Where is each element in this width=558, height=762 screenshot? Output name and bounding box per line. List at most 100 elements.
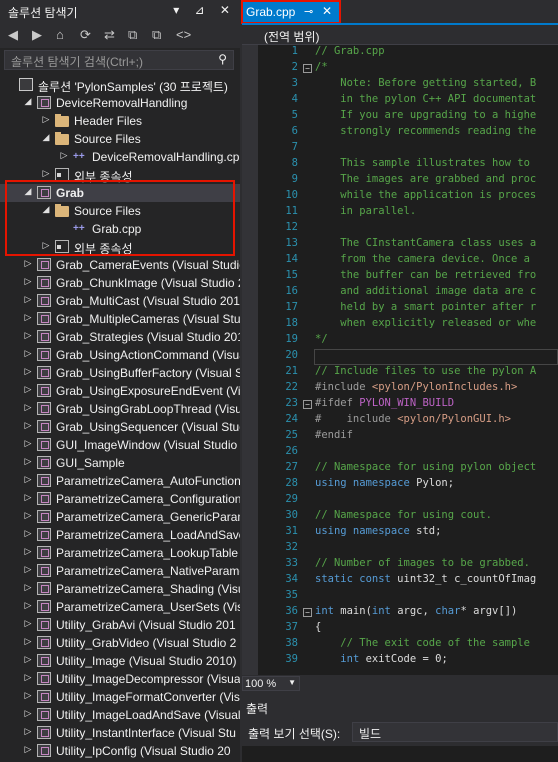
collapsed-arrow-icon[interactable]: ▷ <box>22 564 34 575</box>
code-line[interactable]: This sample illustrates how to <box>315 157 536 169</box>
code-editor[interactable]: 1// Grab.cpp 2−/* 3 Note: Before getting s… <box>242 45 558 675</box>
tree-item[interactable]: ▷ ParametrizeCamera_AutoFunction <box>0 472 240 490</box>
panel-window-buttons[interactable]: ▾ ⊿ ✕ <box>173 3 236 17</box>
collapsed-arrow-icon[interactable]: ▷ <box>22 258 34 269</box>
tree-item[interactable]: ▷ Grab_MultipleCameras (Visual Stud <box>0 310 240 328</box>
tree-item[interactable]: ▷ GUI_ImageWindow (Visual Studio 2 <box>0 436 240 454</box>
code-line[interactable]: # include <pylon/PylonGUI.h> <box>315 413 511 425</box>
home-icon[interactable]: ⌂ <box>56 27 64 42</box>
tree-item[interactable]: ▷ Grab_CameraEvents (Visual Studio <box>0 256 240 274</box>
code-line[interactable]: The CInstantCamera class uses a <box>315 237 536 249</box>
tree-item[interactable]: ▷ Utility_ImageDecompressor (Visua <box>0 670 240 688</box>
code-line[interactable]: using namespace std; <box>315 525 441 537</box>
copy-icon[interactable]: ⧉ <box>152 27 161 43</box>
code-line[interactable]: // Number of images to be grabbed. <box>315 557 530 569</box>
tree-item[interactable]: ▷ Grab_ChunkImage (Visual Studio 20 <box>0 274 240 292</box>
tree-item[interactable]: ▷ Utility_ImageLoadAndSave (Visual <box>0 706 240 724</box>
collapsed-arrow-icon[interactable]: ▷ <box>22 312 34 323</box>
tree-item[interactable]: ▷ ParametrizeCamera_GenericParam <box>0 508 240 526</box>
tree-item[interactable]: ▷ GUI_Sample <box>0 454 240 472</box>
code-line[interactable]: strongly recommends reading the <box>315 125 536 137</box>
expanded-arrow-icon[interactable]: ◢ <box>40 132 52 143</box>
collapsed-arrow-icon[interactable]: ▷ <box>40 114 52 125</box>
collapsed-arrow-icon[interactable]: ▷ <box>22 546 34 557</box>
code-line[interactable]: using namespace Pylon; <box>315 477 454 489</box>
tree-item[interactable]: ▷ Grab_UsingSequencer (Visual Stud <box>0 418 240 436</box>
collapsed-arrow-icon[interactable]: ▷ <box>22 726 34 737</box>
code-line[interactable]: The images are grabbed and proc <box>315 173 536 185</box>
tree-item[interactable]: ▷ ParametrizeCamera_Configuration <box>0 490 240 508</box>
collapsed-arrow-icon[interactable]: ▷ <box>22 708 34 719</box>
collapsed-arrow-icon[interactable]: ▷ <box>22 384 34 395</box>
code-line[interactable]: while the application is proces <box>315 189 536 201</box>
refresh-icon[interactable]: ⟳ <box>80 27 91 43</box>
collapsed-arrow-icon[interactable]: ▷ <box>22 276 34 287</box>
code-line[interactable]: static const uint32_t c_countOfImag <box>315 573 536 585</box>
scope-dropdown[interactable]: (전역 범위) <box>242 25 558 45</box>
code-line[interactable]: in parallel. <box>315 205 416 217</box>
tree-item[interactable]: ▷ Utility_GrabVideo (Visual Studio 2 <box>0 634 240 652</box>
tree-item[interactable]: ▷ Grab_Strategies (Visual Studio 201 <box>0 328 240 346</box>
code-line[interactable]: */ <box>315 333 328 345</box>
fold-toggle-icon[interactable]: − <box>303 400 312 409</box>
output-text-area[interactable] <box>242 746 558 762</box>
collapsed-arrow-icon[interactable]: ▷ <box>22 456 34 467</box>
code-line[interactable]: // Grab.cpp <box>315 45 385 57</box>
solution-explorer-search-input[interactable]: 솔루션 탐색기 검색(Ctrl+;) ⚲ <box>4 50 234 70</box>
collapsed-arrow-icon[interactable]: ▷ <box>40 168 52 179</box>
code-line[interactable]: // The exit code of the sample <box>315 637 530 649</box>
code-line[interactable]: /* <box>315 61 328 73</box>
fold-toggle-icon[interactable]: − <box>303 64 312 73</box>
code-line[interactable]: from the camera device. Once a <box>315 253 536 265</box>
code-line[interactable]: // Include files to use the pylon A <box>315 365 536 377</box>
collapsed-arrow-icon[interactable]: ▷ <box>22 294 34 305</box>
collapsed-arrow-icon[interactable]: ▷ <box>22 744 34 755</box>
tree-item[interactable]: ▷ Utility_ImageFormatConverter (Visu <box>0 688 240 706</box>
code-line[interactable]: int main(int argc, char* argv[]) <box>315 605 517 617</box>
tree-item[interactable]: ▷ Utility_IpConfig (Visual Studio 20 <box>0 742 240 760</box>
search-icon[interactable]: ⚲ <box>218 52 227 66</box>
tree-item[interactable]: ▷ ParametrizeCamera_LoadAndSave <box>0 526 240 544</box>
collapsed-arrow-icon[interactable]: ▷ <box>22 510 34 521</box>
code-line[interactable]: Note: Before getting started, B <box>315 77 536 89</box>
code-line[interactable]: If you are upgrading to a highe <box>315 109 536 121</box>
tree-item[interactable]: ▷ Utility_InstantInterface (Visual Stu <box>0 724 240 742</box>
tree-item[interactable]: ▷ Grab_UsingActionCommand (Visual <box>0 346 240 364</box>
tree-item[interactable]: ▷ Grab_MultiCast (Visual Studio 2010 <box>0 292 240 310</box>
tree-item[interactable]: ▷ Grab_UsingExposureEndEvent (Visu <box>0 382 240 400</box>
collapsed-arrow-icon[interactable]: ▷ <box>22 600 34 611</box>
collapsed-arrow-icon[interactable]: ▷ <box>22 654 34 665</box>
tree-item[interactable]: ▷ Utility_Image (Visual Studio 2010) <box>0 652 240 670</box>
code-line[interactable]: { <box>315 621 321 633</box>
tree-item[interactable]: ▷ ParametrizeCamera_NativeParame <box>0 562 240 580</box>
collapsed-arrow-icon[interactable]: ▷ <box>22 636 34 647</box>
collapsed-arrow-icon[interactable]: ▷ <box>22 690 34 701</box>
collapsed-arrow-icon[interactable]: ▷ <box>22 672 34 683</box>
tree-item[interactable]: ▷ ParametrizeCamera_Shading (Visu <box>0 580 240 598</box>
code-line[interactable]: held by a smart pointer after r <box>315 301 536 313</box>
tree-item[interactable]: ◢ Source Files <box>0 130 240 148</box>
code-line[interactable]: when explicitly released or whe <box>315 317 536 329</box>
back-icon[interactable]: ◀ <box>8 27 18 43</box>
code-line[interactable]: and additional image data are c <box>315 285 536 297</box>
code-line[interactable]: #include <pylon/PylonIncludes.h> <box>315 381 517 393</box>
tree-item[interactable]: 솔루션 'PylonSamples' (30 프로젝트) <box>0 76 240 94</box>
code-line[interactable]: in the pylon C++ API documentat <box>315 93 536 105</box>
tree-item[interactable]: ▷ Utility_GrabAvi (Visual Studio 201 <box>0 616 240 634</box>
zoom-dropdown[interactable]: 100 % ▼ <box>242 676 300 691</box>
collapsed-arrow-icon[interactable]: ▷ <box>58 150 70 161</box>
collapsed-arrow-icon[interactable]: ▷ <box>22 492 34 503</box>
code-line[interactable]: // Namespace for using cout. <box>315 509 492 521</box>
tree-item[interactable]: ▷ ParametrizeCamera_UserSets (Visu <box>0 598 240 616</box>
code-line[interactable]: #ifdef PYLON_WIN_BUILD <box>315 397 454 409</box>
tree-item[interactable]: ▷ ++ DeviceRemovalHandling.cpp <box>0 148 240 166</box>
collapsed-arrow-icon[interactable]: ▷ <box>22 528 34 539</box>
collapsed-arrow-icon[interactable]: ▷ <box>22 438 34 449</box>
collapsed-arrow-icon[interactable]: ▷ <box>22 474 34 485</box>
sync-icon[interactable]: ⇄ <box>104 27 115 43</box>
collapsed-arrow-icon[interactable]: ▷ <box>22 618 34 629</box>
collapsed-arrow-icon[interactable]: ▷ <box>22 420 34 431</box>
expanded-arrow-icon[interactable]: ◢ <box>22 96 34 107</box>
tree-item[interactable]: ◢ DeviceRemovalHandling <box>0 94 240 112</box>
code-line[interactable]: // Namespace for using pylon object <box>315 461 536 473</box>
